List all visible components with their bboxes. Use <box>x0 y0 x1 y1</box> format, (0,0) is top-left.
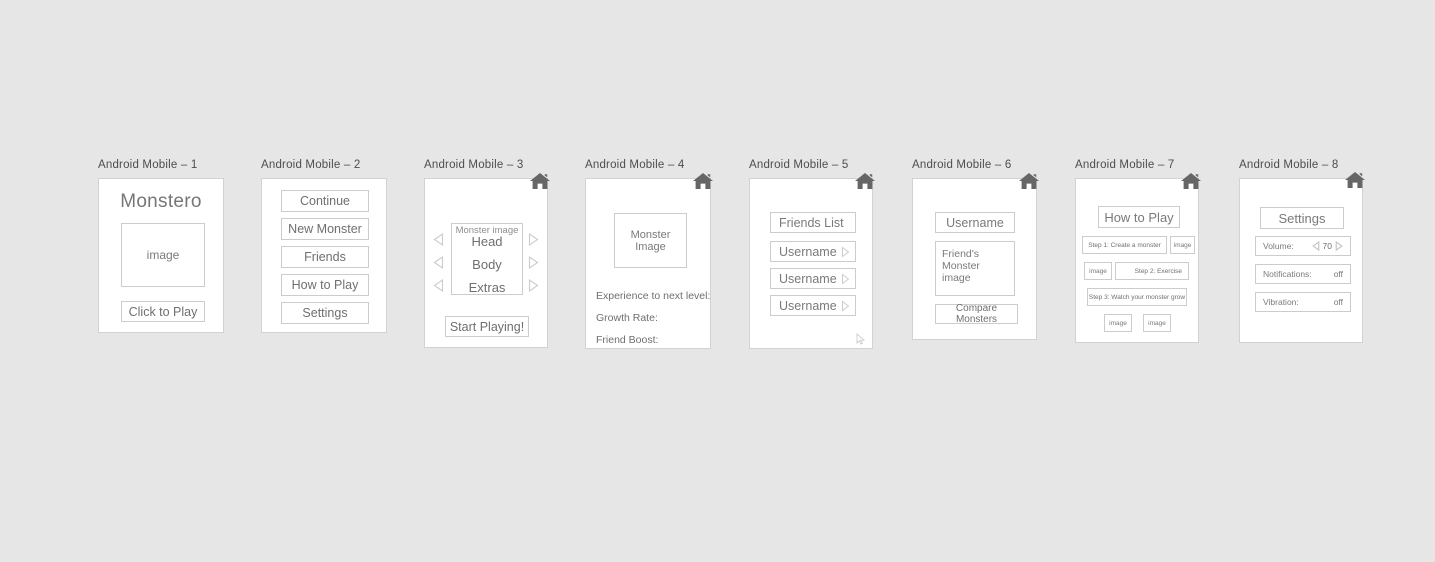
home-icon[interactable] <box>1344 170 1366 190</box>
menu-item-new-monster[interactable]: New Monster <box>281 218 369 240</box>
volume-decrease-arrow-icon[interactable] <box>1311 241 1320 251</box>
mouse-cursor-icon <box>856 332 866 345</box>
vibration-label: Vibration: <box>1263 297 1299 307</box>
screen-android-mobile-3: Android Mobile – 3 Monster image Head Bo… <box>424 159 550 348</box>
volume-stepper[interactable]: 70 <box>1311 241 1343 251</box>
notifications-value: off <box>1333 269 1343 279</box>
screen-title: Android Mobile – 5 <box>749 159 849 171</box>
friend-username-label: Username <box>779 244 837 259</box>
menu-item-continue[interactable]: Continue <box>281 190 369 212</box>
friend-monster-image-placeholder: Friend's Monster image <box>935 241 1015 296</box>
screen-android-mobile-5: Android Mobile – 5 Friends List Username… <box>749 159 875 349</box>
body-next-arrow-icon[interactable] <box>528 256 539 269</box>
username-field[interactable]: Username <box>935 212 1015 233</box>
wireframe-board: Android Mobile – 1 Monstero image Click … <box>0 0 1435 562</box>
how-to-play-header: How to Play <box>1098 206 1180 228</box>
monster-preview-box: Monster image Head Body Extras <box>451 223 523 295</box>
menu-item-settings[interactable]: Settings <box>281 302 369 324</box>
setting-row-vibration[interactable]: Vibration: off <box>1255 292 1351 312</box>
chevron-right-icon <box>841 300 850 311</box>
chevron-right-icon <box>841 273 850 284</box>
friend-username-label: Username <box>779 271 837 286</box>
phone-card: Monster Image Experience to next level: … <box>585 173 713 349</box>
step-3-box: Step 3: Watch your monster grow <box>1087 288 1187 306</box>
screen-android-mobile-4: Android Mobile – 4 Monster Image Experie… <box>585 159 713 349</box>
stat-experience: Experience to next level: <box>596 290 711 302</box>
phone-card: Monster image Head Body Extras Start Pla… <box>424 173 550 348</box>
stat-growth-rate: Growth Rate: <box>596 312 658 324</box>
menu-item-how-to-play[interactable]: How to Play <box>281 274 369 296</box>
phone-card: Continue New Monster Friends How to Play… <box>261 178 387 333</box>
phone-card: Monstero image Click to Play <box>98 178 224 333</box>
screen-android-mobile-2: Android Mobile – 2 Continue New Monster … <box>261 159 387 333</box>
setting-row-notifications[interactable]: Notifications: off <box>1255 264 1351 284</box>
step-3-image-placeholder-b: image <box>1143 314 1171 332</box>
menu-item-friends[interactable]: Friends <box>281 246 369 268</box>
friends-list-header: Friends List <box>770 212 856 233</box>
friend-row-1[interactable]: Username <box>770 241 856 262</box>
vibration-value: off <box>1333 297 1343 307</box>
head-next-arrow-icon[interactable] <box>528 233 539 246</box>
body-prev-arrow-icon[interactable] <box>433 256 444 269</box>
home-icon[interactable] <box>1018 171 1040 191</box>
friend-row-3[interactable]: Username <box>770 295 856 316</box>
compare-monsters-button[interactable]: Compare Monsters <box>935 303 1018 325</box>
monster-image-placeholder: Monster Image <box>614 213 687 268</box>
home-icon[interactable] <box>1180 171 1202 191</box>
settings-header: Settings <box>1260 207 1344 229</box>
friend-username-label: Username <box>779 298 837 313</box>
phone-card: Username Friend's Monster image Compare … <box>912 173 1039 340</box>
head-prev-arrow-icon[interactable] <box>433 233 444 246</box>
step-2-image-placeholder: image <box>1084 262 1112 280</box>
extras-next-arrow-icon[interactable] <box>528 279 539 292</box>
home-icon[interactable] <box>854 171 876 191</box>
click-to-play-button[interactable]: Click to Play <box>121 301 205 322</box>
friends-list-label: Friends List <box>779 215 844 230</box>
friend-row-2[interactable]: Username <box>770 268 856 289</box>
home-icon[interactable] <box>692 171 714 191</box>
stat-friend-boost: Friend Boost: <box>596 334 659 346</box>
phone-card: Friends List Username Username Username <box>749 173 875 349</box>
part-body-label: Body <box>472 257 502 272</box>
extras-prev-arrow-icon[interactable] <box>433 279 444 292</box>
notifications-label: Notifications: <box>1263 269 1312 279</box>
screen-title: Android Mobile – 2 <box>261 159 361 171</box>
step-1-box: Step 1: Create a monster <box>1082 236 1167 254</box>
screen-android-mobile-6: Android Mobile – 6 Username Friend's Mon… <box>912 159 1039 340</box>
step-1-image-placeholder: image <box>1170 236 1195 254</box>
home-icon[interactable] <box>529 171 551 191</box>
step-2-box: Step 2: Exercise <box>1115 262 1189 280</box>
step-3-image-placeholder-a: image <box>1104 314 1132 332</box>
screen-android-mobile-7: Android Mobile – 7 How to Play Step 1: C… <box>1075 159 1201 343</box>
volume-value: 70 <box>1322 241 1332 251</box>
screen-android-mobile-8: Android Mobile – 8 Settings Volume: 70 N… <box>1239 159 1365 343</box>
image-placeholder: image <box>121 223 205 287</box>
screen-title: Android Mobile – 1 <box>98 159 198 171</box>
screen-title: Android Mobile – 7 <box>1075 159 1175 171</box>
start-playing-button[interactable]: Start Playing! <box>445 316 529 337</box>
app-title: Monstero <box>120 191 202 212</box>
phone-card: Settings Volume: 70 Notifications: off V… <box>1239 172 1365 343</box>
screen-title: Android Mobile – 4 <box>585 159 685 171</box>
screen-title: Android Mobile – 6 <box>912 159 1012 171</box>
volume-increase-arrow-icon[interactable] <box>1335 241 1343 251</box>
volume-label: Volume: <box>1263 241 1294 251</box>
part-extras-label: Extras <box>468 280 506 295</box>
chevron-right-icon <box>841 246 850 257</box>
setting-row-volume[interactable]: Volume: 70 <box>1255 236 1351 256</box>
screen-title: Android Mobile – 3 <box>424 159 524 171</box>
phone-card: How to Play Step 1: Create a monster ima… <box>1075 173 1201 343</box>
part-head-label: Head <box>471 234 503 249</box>
screen-android-mobile-1: Android Mobile – 1 Monstero image Click … <box>98 159 224 333</box>
